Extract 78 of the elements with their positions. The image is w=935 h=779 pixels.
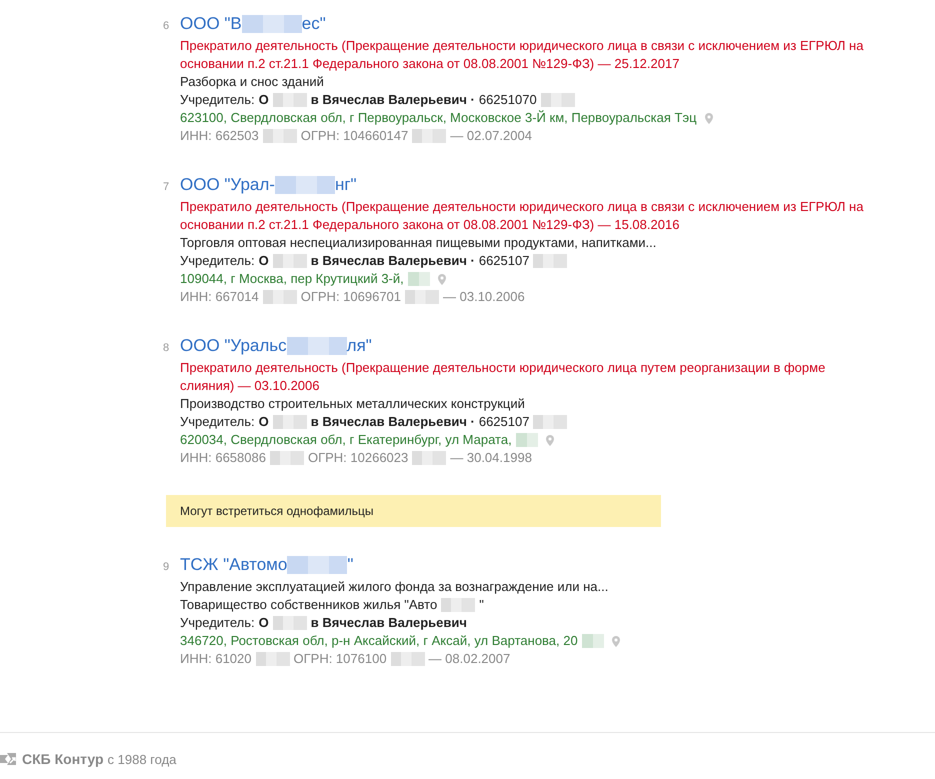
address-text: 346720, Ростовская обл, р-н Аксайский, г Аксай, ул Вартанова, 20 <box>180 632 578 650</box>
founder-text: О <box>258 413 269 431</box>
founder-text: Учредитель: <box>180 91 255 109</box>
status-text: Прекратило деятельность (Прекращение деятельности юридического лица путем реорганизации в форме слияния) — 03.10.2006 <box>180 359 826 395</box>
redaction-mark <box>412 129 446 143</box>
founder-text: в Вячеслав Валерьевич · <box>310 252 475 270</box>
result-number: 9 <box>162 560 170 575</box>
redaction-mark <box>272 254 307 268</box>
address-text: 620034, Свердловская обл, г Екатеринбург, ул Марата, <box>180 431 512 449</box>
registry-text: ИНН: 667014 <box>180 288 259 306</box>
founder-text: Учредитель: <box>180 413 255 431</box>
full-name-text: " <box>479 596 484 614</box>
result-number: 8 <box>162 341 170 356</box>
registry-text: ИНН: 662503 <box>180 127 259 145</box>
redaction-mark <box>533 254 568 268</box>
location-pin-icon[interactable] <box>612 636 620 646</box>
redaction-mark <box>272 415 307 429</box>
redaction-mark <box>262 129 297 143</box>
founder-text: в Вячеслав Валерьевич · <box>310 91 475 109</box>
redaction-mark <box>405 290 440 304</box>
redaction-mark <box>412 451 446 465</box>
redaction-mark <box>516 433 538 447</box>
redaction-mark <box>270 451 304 465</box>
founder-text: 66251070 <box>478 91 537 109</box>
registry-text: ИНН: 61020 <box>180 650 252 668</box>
since-text: с 1988 года <box>108 752 176 766</box>
registry-text: ОГРН: 1076100 <box>294 650 387 668</box>
activity-text: Разборка и снос зданий <box>180 73 325 91</box>
redaction-mark <box>262 290 297 304</box>
registry-text: — 03.10.2006 <box>443 288 525 306</box>
result-number: 6 <box>162 19 170 34</box>
registry-text: ОГРН: 104660147 <box>300 127 408 145</box>
namesake-notice: Могут встретиться однофамильцы <box>166 495 661 527</box>
company-link[interactable]: ТСЖ "Автомо " <box>180 553 354 577</box>
company-link[interactable]: ООО "Уральс ля" <box>180 334 372 358</box>
founder-text: О <box>258 252 269 270</box>
founder-text: в Вячеслав Валерьевич <box>310 614 467 632</box>
redaction-mark <box>390 652 425 666</box>
founder-text: Учредитель: <box>180 252 255 270</box>
location-pin-icon[interactable] <box>704 112 713 124</box>
status-text: Прекратило деятельность (Прекращение деятельности юридического лица в связи с исключением из ЕГРЮЛ на основании п.2 ст.21.1 Федерального закона от 08.08.2001 №129-ФЗ) — 25.12.2017 <box>180 37 864 73</box>
redaction-mark <box>274 176 335 194</box>
company-link[interactable]: ООО "В ес" <box>180 12 326 36</box>
redaction-mark <box>441 598 476 612</box>
founder-text: О <box>258 614 269 632</box>
founder-text: 6625107 <box>478 252 530 270</box>
founder-text: О <box>258 91 269 109</box>
company-link[interactable]: ООО "Урал- нг" <box>180 173 357 197</box>
redaction-mark <box>272 616 307 630</box>
redaction-mark <box>540 93 575 107</box>
location-pin-icon[interactable] <box>438 274 446 284</box>
redaction-mark <box>408 272 430 286</box>
registry-text: — 30.04.1998 <box>450 449 532 467</box>
founder-text: 6625107 <box>478 413 530 431</box>
founder-text: Учредитель: <box>180 614 255 632</box>
redaction-mark <box>287 556 348 574</box>
redaction-mark <box>533 415 568 429</box>
registry-text: ОГРН: 10266023 <box>308 449 408 467</box>
status-text: Прекратило деятельность (Прекращение деятельности юридического лица в связи с исключением из ЕГРЮЛ на основании п.2 ст.21.1 Федерального закона от 08.08.2001 №129-ФЗ) — 15.08.2016 <box>180 198 864 234</box>
activity-text: Торговля оптовая неспециализированная пищевыми продуктами, напитками... <box>180 234 658 252</box>
founder-text: в Вячеслав Валерьевич · <box>310 413 475 431</box>
registry-text: — 02.07.2004 <box>450 127 532 145</box>
location-pin-icon[interactable] <box>546 434 554 446</box>
redaction-mark <box>256 652 290 666</box>
registry-text: ОГРН: 10696701 <box>300 288 402 306</box>
registry-text: — 08.02.2007 <box>428 650 510 668</box>
address-text: 109044, г Москва, пер Крутицкий 3-й, <box>180 270 404 288</box>
brand-name: СКБ Контур <box>22 751 104 767</box>
activity-text: Управление эксплуатацией жилого фонда за вознаграждение или на... <box>180 578 610 596</box>
full-name-text: Товарищество собственников жилья "Авто <box>180 596 438 614</box>
result-number: 7 <box>162 180 170 195</box>
redaction-mark <box>286 337 347 355</box>
registry-text: ИНН: 6658086 <box>180 449 266 467</box>
redaction-mark <box>272 93 307 107</box>
address-text: 623100, Свердловская обл, г Первоуральск, Московское 3-Й км, Первоуральская Тэц <box>180 109 697 127</box>
activity-text: Производство строительных металлических конструкций <box>180 395 526 413</box>
redaction-mark <box>582 634 604 648</box>
redaction-mark <box>242 15 302 33</box>
